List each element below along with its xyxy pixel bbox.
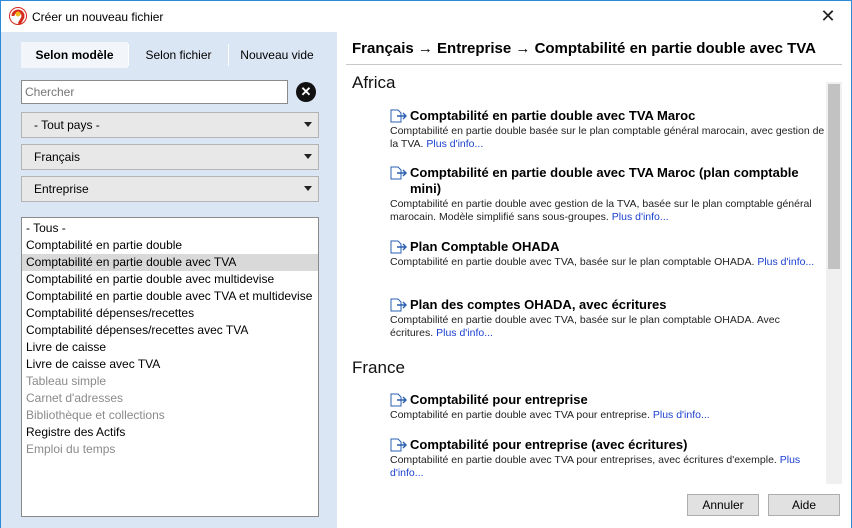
group-heading-africa: Africa [352,73,396,92]
list-item[interactable]: Comptabilité en partie double avec TVA e… [22,288,318,305]
create-file-dialog: Créer un nouveau fichier ✕ Selon modèle … [0,0,852,528]
list-item[interactable]: Comptabilité en partie double avec multi… [22,271,318,288]
list-item[interactable]: Comptabilité dépenses/recettes [22,305,318,322]
new-document-icon [390,240,407,254]
app-logo-icon [9,7,27,25]
template-entry[interactable]: Plan des comptes OHADA, avec écritures C… [390,297,824,340]
new-document-icon [390,298,407,312]
country-select[interactable]: - Tout pays - [21,112,319,138]
clear-circle-icon[interactable]: ✕ [296,82,316,102]
more-info-link[interactable]: Plus d'info... [612,211,669,223]
template-title-row[interactable]: Plan Comptable OHADA [390,239,824,255]
template-title[interactable]: Comptabilité en partie double avec TVA M… [410,165,824,197]
tab-selon-modele[interactable]: Selon modèle [21,42,128,68]
more-info-link[interactable]: Plus d'info... [653,409,710,421]
template-title-row[interactable]: Comptabilité pour entreprise [390,392,824,408]
new-document-icon [390,393,407,407]
list-item[interactable]: Registre des Actifs [22,424,318,441]
search-input[interactable] [21,80,288,104]
new-document-icon [390,438,407,452]
template-description: Comptabilité en partie double avec TVA, … [390,314,824,340]
template-description: Comptabilité en partie double avec gesti… [390,198,824,224]
category-select[interactable]: Entreprise [21,176,319,202]
list-item[interactable]: Livre de caisse avec TVA [22,356,318,373]
left-panel: Selon modèle Selon fichier Nouveau vide … [1,32,337,528]
template-title[interactable]: Plan des comptes OHADA, avec écritures [410,297,667,313]
template-title-row[interactable]: Comptabilité en partie double avec TVA M… [390,165,824,197]
list-item[interactable]: Livre de caisse [22,339,318,356]
language-select-value: Français [34,150,81,164]
template-description: Comptabilité en partie double avec TVA p… [390,454,824,480]
list-item[interactable]: Emploi du temps [22,441,318,458]
title-bar: Créer un nouveau fichier ✕ [1,1,851,32]
template-title-row[interactable]: Plan des comptes OHADA, avec écritures [390,297,824,313]
list-item[interactable]: Comptabilité dépenses/recettes avec TVA [22,322,318,339]
close-icon[interactable]: ✕ [805,1,851,32]
window-title: Créer un nouveau fichier [32,10,164,24]
country-select-value: - Tout pays - [34,118,100,132]
language-select[interactable]: Français [21,144,319,170]
template-description: Comptabilité en partie double basée sur … [390,125,824,151]
category-select-value: Entreprise [34,182,89,196]
breadcrumb: Français → Entreprise → Comptabilité en … [352,40,817,57]
template-description: Comptabilité en partie double avec TVA p… [390,409,824,422]
more-info-link[interactable]: Plus d'info... [757,256,814,268]
new-document-icon [390,109,407,123]
tab-selon-fichier[interactable]: Selon fichier [129,42,228,68]
list-item[interactable]: Carnet d'adresses [22,390,318,407]
template-description-text: Comptabilité en partie double avec gesti… [390,198,812,223]
more-info-link[interactable]: Plus d'info... [426,138,483,150]
template-title[interactable]: Comptabilité pour entreprise (avec écrit… [410,437,687,453]
dropdown-arrow-icon [304,186,312,191]
template-entry[interactable]: Plan Comptable OHADA Comptabilité en par… [390,239,824,269]
template-entry[interactable]: Comptabilité en partie double avec TVA M… [390,108,824,151]
template-description: Comptabilité en partie double avec TVA, … [390,256,824,269]
right-panel: Français → Entreprise → Comptabilité en … [337,32,851,528]
template-entry[interactable]: Comptabilité pour entreprise Comptabilit… [390,392,824,422]
template-title-row[interactable]: Comptabilité en partie double avec TVA M… [390,108,824,124]
template-type-list[interactable]: - Tous - Comptabilité en partie double C… [21,217,319,517]
scrollbar-thumb[interactable] [828,84,840,269]
template-title-row[interactable]: Comptabilité pour entreprise (avec écrit… [390,437,824,453]
new-document-icon [390,166,407,180]
template-list: Africa Comptabilité en partie double ave… [347,70,824,484]
template-description-text: Comptabilité en partie double avec TVA, … [390,256,755,268]
list-item[interactable]: - Tous - [22,220,318,237]
dropdown-arrow-icon [304,122,312,127]
list-item[interactable]: Comptabilité en partie double [22,237,318,254]
template-title[interactable]: Comptabilité en partie double avec TVA M… [410,108,695,124]
source-tabs: Selon modèle Selon fichier Nouveau vide [21,42,321,68]
list-item[interactable]: Comptabilité en partie double avec TVA [22,254,318,271]
help-button[interactable]: Aide [768,494,840,516]
group-heading-france: France [352,358,405,377]
list-item[interactable]: Tableau simple [22,373,318,390]
cancel-button[interactable]: Annuler [687,494,759,516]
more-info-link[interactable]: Plus d'info... [436,327,493,339]
tab-nouveau-vide[interactable]: Nouveau vide [229,42,325,68]
template-entry[interactable]: Comptabilité pour entreprise (avec écrit… [390,437,824,480]
template-description-text: Comptabilité en partie double avec TVA p… [390,409,650,421]
template-title[interactable]: Plan Comptable OHADA [410,239,560,255]
list-item[interactable]: Bibliothèque et collections [22,407,318,424]
template-description-text: Comptabilité en partie double avec TVA p… [390,454,777,466]
dropdown-arrow-icon [304,154,312,159]
template-entry[interactable]: Comptabilité en partie double avec TVA M… [390,165,824,224]
template-title[interactable]: Comptabilité pour entreprise [410,392,588,408]
